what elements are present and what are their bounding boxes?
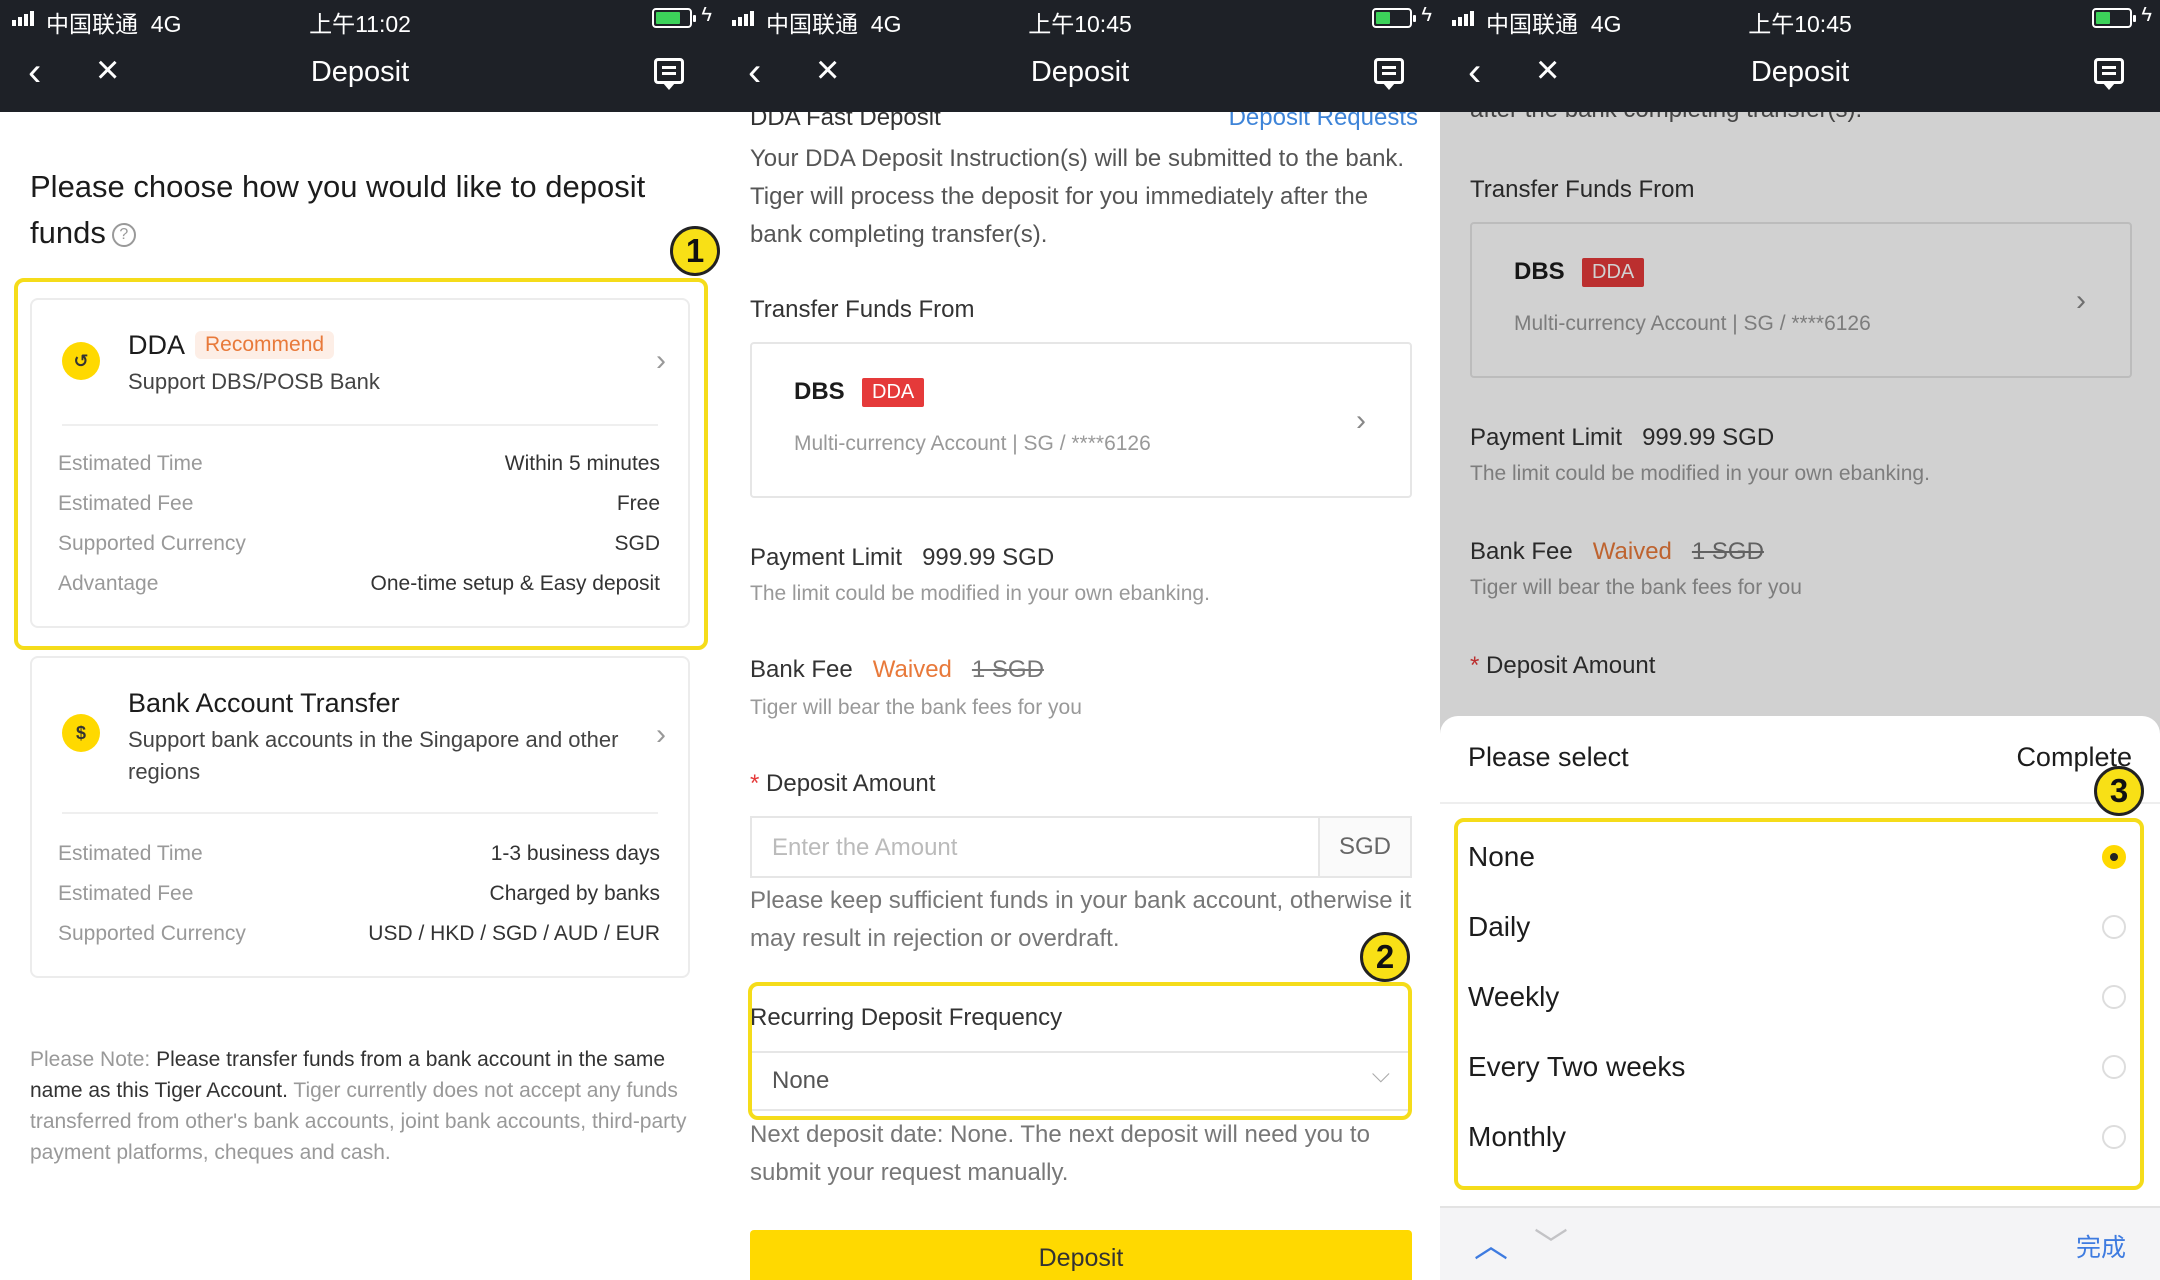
keep-funds-note: Please keep sufficient funds in your ban… <box>750 887 1412 952</box>
charging-icon: ϟ <box>701 4 712 26</box>
message-icon[interactable] <box>2094 58 2124 90</box>
message-icon[interactable] <box>654 58 684 90</box>
chevron-right-icon: › <box>656 718 666 751</box>
clock: 上午11:02 <box>309 11 411 37</box>
nav-bar: ‹ × Deposit <box>1440 36 2160 112</box>
payment-limit: Payment Limit 999.99 SGD <box>750 544 1055 571</box>
page-title: Deposit <box>310 56 410 88</box>
battery-icon <box>652 8 696 28</box>
amount-label: * Deposit Amount <box>750 770 936 797</box>
page-title: Deposit <box>1750 56 1850 88</box>
info-row: Estimated Time 1-3 business days <box>58 842 660 865</box>
keyboard-done-button[interactable]: 完成 <box>2076 1228 2126 1264</box>
step-badge-1: 1 <box>670 226 720 276</box>
picker-title: Please select <box>1468 742 1629 772</box>
amount-input[interactable]: Enter the Amount SGD <box>750 816 1412 878</box>
chevron-down-icon[interactable]: ﹀ <box>1534 1218 1568 1267</box>
deposit-note: Please Note: Please transfer funds from … <box>30 1048 687 1164</box>
status-bar: 中国联通 4G 上午10:45 ϟ <box>720 0 1440 37</box>
original-fee: 1 SGD <box>971 656 1044 683</box>
bank-coin-icon: $ <box>62 714 100 752</box>
nav-bar: ‹ × Deposit <box>720 36 1440 112</box>
dda-tag: DDA <box>862 378 925 407</box>
highlight-frame <box>748 982 1412 1120</box>
transfer-from-label: Transfer Funds From <box>750 296 975 323</box>
clock: 上午10:45 <box>1028 11 1132 37</box>
picker-header: Please select Complete <box>1440 716 2160 804</box>
clock: 上午10:45 <box>1748 11 1852 37</box>
screen-frequency-picker: after the bank completing transfer(s). T… <box>1440 0 2160 1280</box>
account-info: Multi-currency Account | SG / ****6126 <box>794 432 1151 455</box>
bank-fee: Bank Fee Waived 1 SGD <box>750 656 1044 683</box>
step-badge-2: 2 <box>1360 932 1410 982</box>
chevron-up-icon[interactable]: ︿ <box>1474 1218 1508 1267</box>
deposit-button[interactable]: Deposit <box>750 1230 1412 1280</box>
bank-transfer-title: Bank Account Transfer <box>128 688 400 718</box>
currency-unit: SGD <box>1318 818 1410 876</box>
screen-choose-method: 中国联通 4G 上午11:02 ϟ ‹ × Deposit Please cho… <box>0 0 720 1280</box>
divider <box>62 812 658 814</box>
status-bar: 中国联通 4G 上午11:02 ϟ <box>0 0 720 37</box>
bank-account-selector[interactable]: DBS DDA Multi-currency Account | SG / **… <box>750 342 1412 498</box>
info-row: Supported Currency USD / HKD / SGD / AUD … <box>58 922 660 945</box>
bank-transfer-subtitle: Support bank accounts in the Singapore a… <box>128 727 619 784</box>
battery-icon <box>1372 8 1416 28</box>
page-title: Deposit <box>1030 56 1130 88</box>
screen-dda-deposit: DDA Fast Deposit Deposit Requests Your D… <box>720 0 1440 1280</box>
highlight-frame <box>1454 818 2144 1190</box>
charging-icon: ϟ <box>1421 4 1432 26</box>
chevron-right-icon: › <box>1356 404 1366 437</box>
fee-note: Tiger will bear the bank fees for you <box>750 696 1082 719</box>
dda-description: Your DDA Deposit Instruction(s) will be … <box>750 145 1405 248</box>
next-deposit-note: Next deposit date: None. The next deposi… <box>750 1121 1370 1186</box>
info-row: Estimated Fee Charged by banks <box>58 882 660 905</box>
charging-icon: ϟ <box>2141 4 2152 26</box>
step-badge-3: 3 <box>2094 766 2144 816</box>
amount-placeholder: Enter the Amount <box>772 834 958 861</box>
bank-transfer-option-card[interactable]: $ Bank Account Transfer Support bank acc… <box>30 656 690 978</box>
bank-name: DBS <box>794 378 845 405</box>
nav-bar: ‹ × Deposit <box>0 36 720 112</box>
battery-icon <box>2092 8 2136 28</box>
method-heading: Please choose how you would like to depo… <box>30 169 646 250</box>
highlight-frame <box>14 278 708 650</box>
keyboard-accessory-bar: ︿ ﹀ 完成 <box>1440 1206 2160 1280</box>
status-bar: 中国联通 4G 上午10:45 ϟ <box>1440 0 2160 37</box>
waived-label: Waived <box>872 656 952 683</box>
help-icon[interactable]: ? <box>111 222 136 247</box>
message-icon[interactable] <box>1374 58 1404 90</box>
limit-note: The limit could be modified in your own … <box>750 582 1210 605</box>
